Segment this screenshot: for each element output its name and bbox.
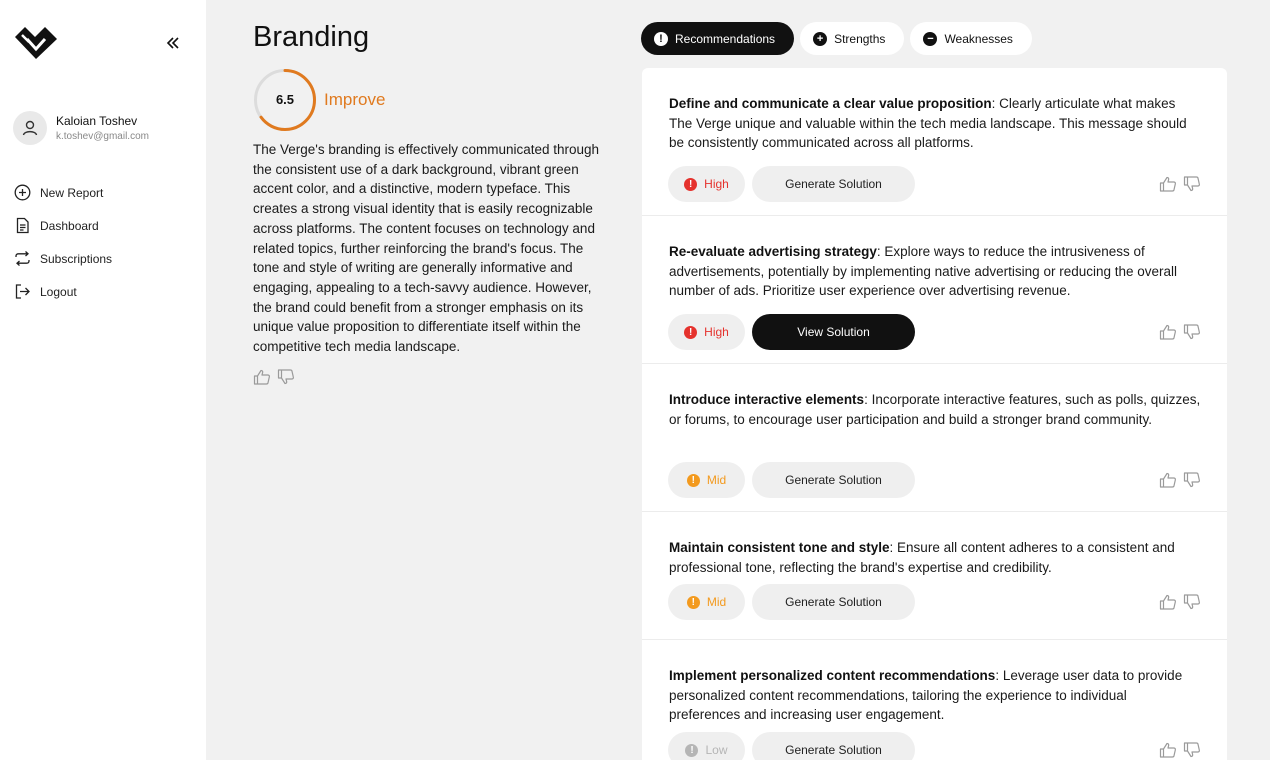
- exclamation-icon: !: [684, 177, 698, 191]
- thumbs-up-icon[interactable]: [253, 369, 271, 385]
- recommendation-title: Implement personalized content recommend…: [669, 668, 996, 683]
- priority-badge: ! High: [668, 166, 745, 202]
- document-icon: [13, 217, 31, 235]
- minus-icon: −: [923, 31, 938, 46]
- thumbs-down-icon[interactable]: [277, 369, 295, 385]
- recommendation-actions: ! High View Solution: [668, 314, 915, 350]
- nav-item-new-report[interactable]: New Report: [13, 176, 112, 209]
- user-name: Kaloian Toshev: [56, 114, 138, 128]
- sidebar-nav: New Report Dashboard Subscriptions Logou…: [13, 176, 112, 308]
- score-gauge: 6.5: [253, 68, 317, 132]
- nav-label: Logout: [40, 284, 77, 299]
- recommendation-item: Define and communicate a clear value pro…: [642, 68, 1227, 216]
- recommendation-item: Maintain consistent tone and style: Ensu…: [642, 512, 1227, 640]
- recommendation-title: Re-evaluate advertising strategy: [669, 244, 877, 259]
- generate-solution-button[interactable]: Generate Solution: [752, 732, 915, 760]
- recommendation-actions: ! Mid Generate Solution: [668, 584, 915, 620]
- summary-feedback: [253, 369, 295, 385]
- recommendation-title: Define and communicate a clear value pro…: [669, 96, 992, 111]
- thumbs-up-icon[interactable]: [1159, 324, 1177, 340]
- tab-label: Recommendations: [675, 31, 776, 46]
- repeat-icon: [13, 250, 31, 268]
- nav-item-dashboard[interactable]: Dashboard: [13, 209, 112, 242]
- priority-label: Mid: [706, 595, 727, 609]
- user-email: k.toshev@gmail.com: [56, 131, 149, 142]
- recommendation-text: Implement personalized content recommend…: [669, 666, 1201, 725]
- exclamation-icon: !: [686, 595, 700, 609]
- recommendation-text: Introduce interactive elements: Incorpor…: [669, 390, 1201, 429]
- exclamation-icon: !: [686, 473, 700, 487]
- recommendation-text: Maintain consistent tone and style: Ensu…: [669, 538, 1201, 577]
- user-profile[interactable]: Kaloian Toshev k.toshev@gmail.com: [13, 111, 149, 145]
- recommendation-feedback: [1159, 176, 1201, 192]
- nav-label: Dashboard: [40, 218, 99, 233]
- priority-label: High: [704, 325, 729, 339]
- recommendation-title: Maintain consistent tone and style: [669, 540, 890, 555]
- tab-label: Weaknesses: [944, 31, 1013, 46]
- sidebar: Kaloian Toshev k.toshev@gmail.com New Re…: [0, 0, 206, 760]
- thumbs-down-icon[interactable]: [1183, 176, 1201, 192]
- recommendation-actions: ! Low Generate Solution: [668, 732, 915, 760]
- view-solution-button[interactable]: View Solution: [752, 314, 915, 350]
- tab-recommendations[interactable]: ! Recommendations: [641, 22, 795, 55]
- recommendation-item: Introduce interactive elements: Incorpor…: [642, 364, 1227, 512]
- recommendation-title: Introduce interactive elements: [669, 392, 865, 407]
- score-value: 6.5: [275, 92, 295, 107]
- recommendation-text: Re-evaluate advertising strategy: Explor…: [669, 242, 1201, 301]
- thumbs-down-icon[interactable]: [1183, 324, 1201, 340]
- plus-circle-icon: [13, 184, 31, 202]
- tab-bar: ! Recommendations + Strengths − Weakness…: [641, 22, 1032, 55]
- avatar: [13, 111, 47, 145]
- priority-badge: ! High: [668, 314, 745, 350]
- thumbs-up-icon[interactable]: [1159, 594, 1177, 610]
- recommendation-feedback: [1159, 742, 1201, 758]
- section-summary: The Verge's branding is effectively comm…: [253, 142, 600, 355]
- thumbs-down-icon[interactable]: [1183, 594, 1201, 610]
- generate-solution-button[interactable]: Generate Solution: [752, 166, 915, 202]
- plus-icon: +: [813, 31, 828, 46]
- recommendation-actions: ! High Generate Solution: [668, 166, 915, 202]
- thumbs-down-icon[interactable]: [1183, 742, 1201, 758]
- priority-badge: ! Mid: [668, 462, 745, 498]
- recommendations-panel: Define and communicate a clear value pro…: [642, 68, 1227, 760]
- exclamation-icon: !: [684, 325, 698, 339]
- logout-icon: [13, 283, 31, 301]
- user-icon: [22, 120, 38, 136]
- score-status: Improve: [324, 90, 386, 109]
- exclamation-icon: !: [685, 743, 699, 757]
- recommendation-actions: ! Mid Generate Solution: [668, 462, 915, 498]
- recommendation-item: Implement personalized content recommend…: [642, 640, 1227, 760]
- generate-solution-button[interactable]: Generate Solution: [752, 462, 915, 498]
- priority-label: Mid: [706, 473, 727, 487]
- nav-label: New Report: [40, 185, 104, 200]
- priority-badge: ! Low: [668, 732, 745, 760]
- tab-weaknesses[interactable]: − Weaknesses: [910, 22, 1032, 55]
- recommendation-item: Re-evaluate advertising strategy: Explor…: [642, 216, 1227, 364]
- exclamation-icon: !: [654, 31, 668, 46]
- priority-label: Low: [705, 743, 728, 757]
- nav-label: Subscriptions: [40, 251, 113, 266]
- tab-strengths[interactable]: + Strengths: [800, 22, 905, 55]
- recommendation-feedback: [1159, 594, 1201, 610]
- nav-item-logout[interactable]: Logout: [13, 275, 112, 308]
- tab-label: Strengths: [834, 31, 886, 46]
- thumbs-up-icon[interactable]: [1159, 472, 1177, 488]
- nav-item-subscriptions[interactable]: Subscriptions: [13, 242, 112, 275]
- brand-logo[interactable]: [13, 25, 59, 61]
- thumbs-up-icon[interactable]: [1159, 176, 1177, 192]
- page-title: Branding: [253, 21, 370, 53]
- collapse-sidebar-icon[interactable]: [164, 34, 182, 52]
- priority-label: High: [704, 177, 729, 191]
- recommendation-feedback: [1159, 324, 1201, 340]
- recommendation-text: Define and communicate a clear value pro…: [669, 94, 1201, 153]
- recommendation-feedback: [1159, 472, 1201, 488]
- generate-solution-button[interactable]: Generate Solution: [752, 584, 915, 620]
- thumbs-down-icon[interactable]: [1183, 472, 1201, 488]
- priority-badge: ! Mid: [668, 584, 745, 620]
- thumbs-up-icon[interactable]: [1159, 742, 1177, 758]
